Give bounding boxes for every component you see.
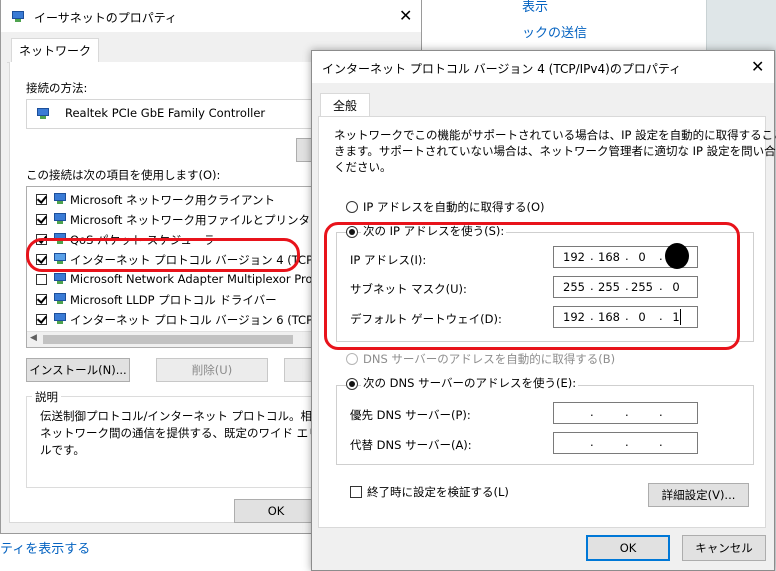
items-label: この接続は次の項目を使用します(O): bbox=[26, 168, 221, 182]
auto-ip-label[interactable]: IP アドレスを自動的に取得する(O) bbox=[363, 199, 545, 215]
subnet-octet-4[interactable]: 0 bbox=[663, 280, 689, 294]
adapter-name: Realtek PCIe GbE Family Controller bbox=[65, 106, 266, 120]
close-icon[interactable]: ✕ bbox=[751, 57, 764, 76]
intro-line-3: ください。 bbox=[334, 160, 392, 174]
subnet-octet-1[interactable]: 255 bbox=[561, 280, 587, 294]
validate-label[interactable]: 終了時に設定を検証する(L) bbox=[367, 484, 509, 500]
item-label: Microsoft LLDP プロトコル ドライバー bbox=[70, 293, 277, 307]
ethernet-title-bar: イーサネットのプロパティ ✕ bbox=[1, 0, 421, 32]
alternate-dns-label: 代替 DNS サーバー(A): bbox=[350, 438, 472, 452]
ip-octet-1[interactable]: 192 bbox=[561, 250, 587, 264]
network-adapter-icon bbox=[36, 108, 50, 119]
scrollbar-thumb[interactable] bbox=[43, 335, 293, 344]
gateway-octet-3[interactable]: 0 bbox=[629, 310, 655, 324]
network-adapter-icon bbox=[11, 11, 25, 22]
gateway-label: デフォルト ゲートウェイ(D): bbox=[350, 312, 502, 326]
item-label: インターネット プロトコル バージョン 4 (TCP/IPv4) bbox=[70, 253, 346, 267]
protocol-icon bbox=[53, 253, 67, 264]
gateway-octet-1[interactable]: 192 bbox=[561, 310, 587, 324]
file-sharing-icon bbox=[53, 213, 67, 224]
item-checkbox[interactable] bbox=[36, 254, 47, 265]
protocol-icon bbox=[53, 313, 67, 324]
manual-ip-label[interactable]: 次の IP アドレスを使う(S): bbox=[361, 223, 507, 239]
item-checkbox[interactable] bbox=[36, 214, 47, 225]
remove-button[interactable]: 削除(U) bbox=[156, 358, 268, 382]
ip-address-label: IP アドレス(I): bbox=[350, 253, 427, 267]
show-properties-link-partial[interactable]: ティを表示する bbox=[0, 538, 90, 557]
ipv4-properties-window: インターネット プロトコル バージョン 4 (TCP/IPv4)のプロパティ ✕… bbox=[311, 50, 776, 571]
item-label: Microsoft ネットワーク用クライアント bbox=[70, 193, 276, 207]
qos-icon bbox=[53, 233, 67, 244]
subnet-octet-2[interactable]: 255 bbox=[596, 280, 622, 294]
protocol-icon bbox=[53, 273, 67, 284]
gateway-octet-2[interactable]: 168 bbox=[596, 310, 622, 324]
item-label: Microsoft Network Adapter Multiplexor Pr… bbox=[70, 272, 331, 286]
gateway-field[interactable]: 192 . 168 . 0 . 1 bbox=[553, 306, 698, 328]
advanced-button[interactable]: 詳細設定(V)... bbox=[648, 483, 749, 507]
validate-checkbox[interactable] bbox=[350, 486, 362, 498]
item-label: QoS パケット スケジューラ bbox=[70, 233, 215, 247]
gateway-octet-4[interactable]: 1 bbox=[663, 310, 689, 324]
cancel-button[interactable]: キャンセル bbox=[682, 535, 766, 561]
redaction-blot bbox=[665, 243, 689, 269]
ip-octet-2[interactable]: 168 bbox=[596, 250, 622, 264]
description-line-3: ルです。 bbox=[40, 443, 85, 457]
intro-line-1: ネットワークでこの機能がサポートされている場合は、IP 設定を自動的に取得するこ… bbox=[334, 128, 776, 142]
manual-ip-radio[interactable] bbox=[346, 226, 358, 238]
preferred-dns-label: 優先 DNS サーバー(P): bbox=[350, 408, 471, 422]
item-checkbox[interactable] bbox=[36, 314, 47, 325]
alternate-dns-field[interactable]: . . . bbox=[553, 432, 698, 454]
subnet-mask-field[interactable]: 255 . 255 . 255 . 0 bbox=[553, 276, 698, 298]
scroll-left-icon[interactable]: ◀ bbox=[30, 333, 37, 343]
install-button[interactable]: インストール(N)... bbox=[26, 358, 130, 382]
manual-dns-radio[interactable] bbox=[346, 378, 358, 390]
network-client-icon bbox=[53, 193, 67, 204]
item-checkbox[interactable] bbox=[36, 294, 47, 305]
ipv4-title-bar: インターネット プロトコル バージョン 4 (TCP/IPv4)のプロパティ ✕ bbox=[312, 51, 774, 83]
close-icon[interactable]: ✕ bbox=[399, 6, 412, 25]
ethernet-ok-button[interactable]: OK bbox=[234, 499, 318, 523]
view-link-partial[interactable]: 表示 bbox=[522, 0, 548, 15]
preferred-dns-field[interactable]: . . . bbox=[553, 402, 698, 424]
ok-button[interactable]: OK bbox=[586, 535, 670, 561]
send-link-partial[interactable]: ックの送信 bbox=[522, 22, 587, 41]
ipv4-window-title: インターネット プロトコル バージョン 4 (TCP/IPv4)のプロパティ bbox=[322, 62, 682, 76]
item-checkbox[interactable] bbox=[36, 274, 47, 285]
protocol-icon bbox=[53, 293, 67, 304]
manual-dns-label[interactable]: 次の DNS サーバーのアドレスを使う(E): bbox=[361, 375, 579, 391]
item-label: インターネット プロトコル バージョン 6 (TCP/IPv6) bbox=[70, 313, 346, 327]
tab-general[interactable]: 全般 bbox=[320, 93, 371, 117]
ip-octet-3[interactable]: 0 bbox=[629, 250, 655, 264]
item-checkbox[interactable] bbox=[36, 234, 47, 245]
item-label: Microsoft ネットワーク用ファイルとプリンター共有 bbox=[70, 213, 345, 227]
auto-dns-radio[interactable] bbox=[346, 353, 358, 365]
ethernet-window-title: イーサネットのプロパティ bbox=[34, 11, 178, 25]
intro-line-2: きます。サポートされていない場合は、ネットワーク管理者に適切な IP 設定を問い… bbox=[334, 144, 776, 158]
subnet-octet-3[interactable]: 255 bbox=[629, 280, 655, 294]
auto-ip-radio[interactable] bbox=[346, 201, 358, 213]
auto-dns-label[interactable]: DNS サーバーのアドレスを自動的に取得する(B) bbox=[363, 351, 615, 367]
description-title: 説明 bbox=[32, 389, 61, 405]
tab-network[interactable]: ネットワーク bbox=[11, 38, 100, 62]
connect-using-label: 接続の方法: bbox=[26, 81, 88, 95]
text-cursor bbox=[680, 309, 681, 325]
subnet-mask-label: サブネット マスク(U): bbox=[350, 282, 467, 296]
item-checkbox[interactable] bbox=[36, 194, 47, 205]
ip-address-field[interactable]: 192 . 168 . 0 . bbox=[553, 243, 698, 269]
